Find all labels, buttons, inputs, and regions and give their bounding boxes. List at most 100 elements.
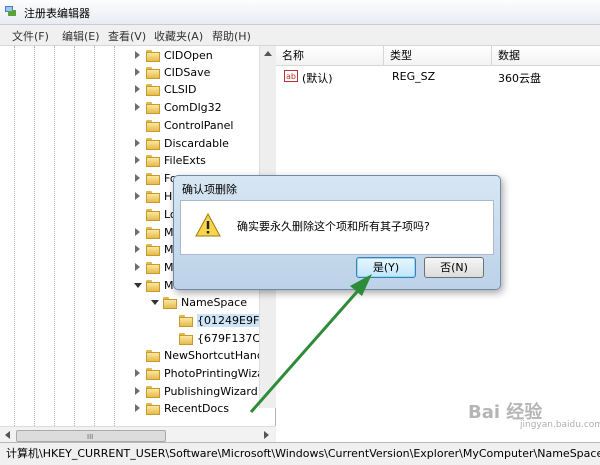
tree-item-fo[interactable]: Fo <box>133 170 177 187</box>
tree-item-label: RecentDocs <box>164 402 229 415</box>
menu-bar: 文件(F) 编辑(E) 查看(V) 收藏夹(A) 帮助(H) <box>0 25 600 46</box>
folder-icon <box>179 332 193 345</box>
folder-icon <box>146 367 160 380</box>
tree-item-cidsave[interactable]: CIDSave <box>133 64 210 81</box>
expand-arrow-icon[interactable] <box>133 139 142 148</box>
string-value-icon: ab <box>284 70 298 82</box>
expand-arrow-icon[interactable] <box>133 156 142 165</box>
status-bar-path: 计算机\HKEY_CURRENT_USER\Software\Microsoft… <box>0 442 600 465</box>
tree-horizontal-scrollbar[interactable]: III <box>0 426 275 443</box>
column-header-name[interactable]: 名称 <box>276 46 384 66</box>
expand-arrow-icon[interactable] <box>133 245 142 254</box>
collapse-arrow-icon[interactable] <box>133 281 142 290</box>
folder-icon <box>146 190 160 203</box>
expand-arrow-icon[interactable] <box>133 369 142 378</box>
scroll-left-arrow-icon[interactable] <box>5 431 10 439</box>
tree-guide <box>14 46 15 426</box>
scroll-grip: III <box>87 433 94 441</box>
tree-item-cidopen[interactable]: CIDOpen <box>133 47 213 64</box>
menu-edit[interactable]: 编辑(E) <box>62 28 100 44</box>
tree-item-m1[interactable]: M <box>133 224 174 241</box>
dialog-title: 确认项删除 <box>182 183 237 196</box>
tree-guide <box>74 46 75 426</box>
folder-icon <box>146 119 160 132</box>
confirm-delete-dialog: 确认项删除 确实要永久删除这个项和所有其子项吗? 是(Y) 否(N) <box>173 175 501 290</box>
collapse-arrow-icon[interactable] <box>150 298 159 307</box>
tree-item-newshortcuthandl[interactable]: NewShortcutHandl <box>133 347 267 364</box>
folder-icon <box>146 154 160 167</box>
tree-item-label: FileExts <box>164 154 206 167</box>
folder-icon <box>146 385 160 398</box>
menu-help[interactable]: 帮助(H) <box>212 28 251 44</box>
no-button[interactable]: 否(N) <box>424 257 484 278</box>
menu-view[interactable]: 查看(V) <box>108 28 146 44</box>
expand-arrow-icon[interactable] <box>133 103 142 112</box>
tree-item-namespace[interactable]: NameSpace <box>150 294 247 311</box>
expand-arrow-icon <box>166 334 175 343</box>
expand-arrow-icon <box>133 210 142 219</box>
folder-icon <box>146 226 160 239</box>
regedit-icon <box>5 6 16 16</box>
expand-arrow-icon[interactable] <box>133 68 142 77</box>
tree-item-discardable[interactable]: Discardable <box>133 135 229 152</box>
warning-icon <box>195 213 221 237</box>
folder-icon <box>146 279 160 292</box>
value-name[interactable]: (默认) <box>302 70 333 86</box>
expand-arrow-icon[interactable] <box>133 174 142 183</box>
dialog-footer: 是(Y) 否(N) <box>180 254 492 284</box>
tree-guide <box>114 46 115 426</box>
scroll-right-arrow-icon[interactable] <box>264 431 269 439</box>
tree-item-recentdocs[interactable]: RecentDocs <box>133 400 229 417</box>
expand-arrow-icon[interactable] <box>133 387 142 396</box>
tree-item-comdlg32[interactable]: ComDlg32 <box>133 99 222 116</box>
column-header-type[interactable]: 类型 <box>384 46 492 66</box>
tree-item-controlpanel[interactable]: ControlPanel <box>133 117 233 134</box>
tree-item-m4[interactable]: M <box>133 277 174 294</box>
value-type: REG_SZ <box>392 70 436 83</box>
menu-file[interactable]: 文件(F) <box>12 28 49 44</box>
tree-guide <box>94 46 95 426</box>
tree-guide <box>54 46 55 426</box>
expand-arrow-icon[interactable] <box>133 85 142 94</box>
tree-item-label: CIDSave <box>164 66 211 79</box>
tree-item-hi[interactable]: Hi <box>133 188 175 205</box>
menu-favorites[interactable]: 收藏夹(A) <box>154 28 203 44</box>
expand-arrow-icon[interactable] <box>133 228 142 237</box>
folder-icon <box>146 208 160 221</box>
dialog-body: 确实要永久删除这个项和所有其子项吗? <box>180 200 494 255</box>
tree-item-m3[interactable]: M <box>133 259 174 276</box>
folder-icon <box>146 66 160 79</box>
yes-button[interactable]: 是(Y) <box>356 257 416 278</box>
tree-item-label: CLSID <box>164 83 197 96</box>
folder-icon <box>146 172 160 185</box>
expand-arrow-icon <box>133 351 142 360</box>
expand-arrow-icon[interactable] <box>133 263 142 272</box>
tree-item-photoprintingwizar[interactable]: PhotoPrintingWizar <box>133 365 268 382</box>
expand-arrow-icon[interactable] <box>133 404 142 413</box>
expand-arrow-icon[interactable] <box>133 192 142 201</box>
expand-arrow-icon <box>166 316 175 325</box>
tree-item-label: PublishingWizard <box>164 385 258 398</box>
column-header-data[interactable]: 数据 <box>492 46 600 66</box>
folder-icon <box>146 243 160 256</box>
folder-icon <box>146 49 160 62</box>
tree-item-clsid[interactable]: CLSID <box>133 81 197 98</box>
expand-arrow-icon <box>133 121 142 130</box>
tree-item-guid-679f137c[interactable]: {679F137C-3 <box>166 330 271 347</box>
tree-item-m2[interactable]: M <box>133 241 174 258</box>
tree-item-label: ControlPanel <box>164 119 234 132</box>
tree-item-publishingwizard[interactable]: PublishingWizard <box>133 383 258 400</box>
tree-item-label: CIDOpen <box>164 49 213 62</box>
folder-icon <box>146 101 160 114</box>
scroll-up-arrow-icon[interactable] <box>264 51 272 56</box>
expand-arrow-icon[interactable] <box>133 51 142 60</box>
horizontal-scroll-thumb[interactable]: III <box>16 430 166 442</box>
value-data: 360云盘 <box>498 72 541 85</box>
tree-item-lo[interactable]: Lo <box>133 206 177 223</box>
tree-item-guid-01249e9f[interactable]: {01249E9F-8 <box>166 312 271 329</box>
dialog-message: 确实要永久删除这个项和所有其子项吗? <box>237 220 430 233</box>
tree-guide <box>34 46 35 426</box>
folder-icon <box>179 314 193 327</box>
folder-icon <box>146 83 160 96</box>
tree-item-fileexts[interactable]: FileExts <box>133 152 206 169</box>
